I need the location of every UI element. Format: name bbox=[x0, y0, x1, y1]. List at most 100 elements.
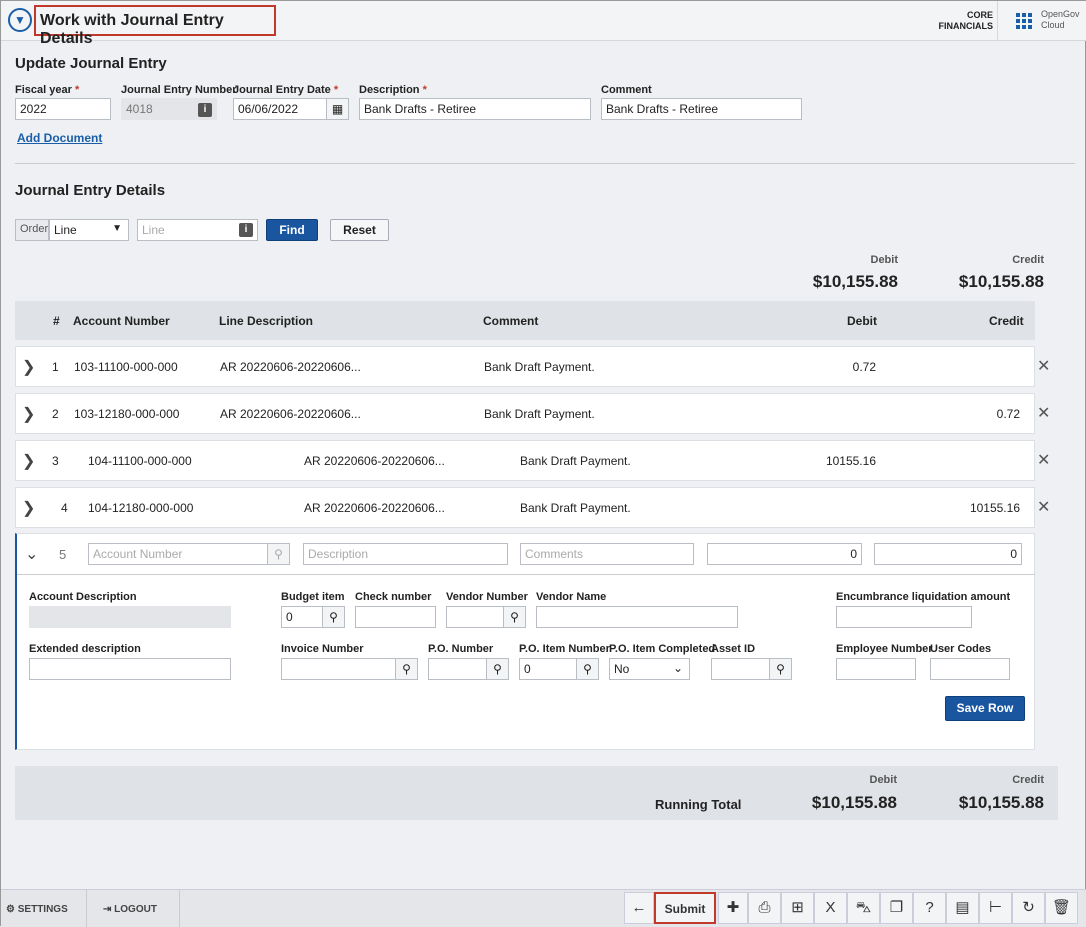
page-title: Work with Journal Entry Details bbox=[34, 5, 276, 47]
search-icon[interactable]: ⚲ bbox=[503, 607, 525, 627]
po-item-completed-select[interactable]: No ⌄ bbox=[609, 658, 690, 680]
row-number: 5 bbox=[59, 547, 67, 562]
po-item-completed-select-value: No bbox=[614, 662, 630, 676]
extended-description-label: Extended description bbox=[29, 643, 141, 655]
po-number-input[interactable]: ⚲ bbox=[428, 658, 509, 680]
help-icon[interactable]: ? bbox=[913, 892, 946, 924]
find-button[interactable]: Find bbox=[266, 219, 318, 241]
col-account: Account Number bbox=[73, 314, 170, 328]
account-number-input[interactable]: Account Number ⚲ bbox=[88, 543, 290, 565]
calculator-icon[interactable]: ⊞ bbox=[781, 892, 814, 924]
asset-id-input[interactable]: ⚲ bbox=[711, 658, 792, 680]
je-date-input[interactable]: 06/06/2022 ▦ bbox=[233, 98, 349, 120]
cell-account: 103-11100-000-000 bbox=[74, 360, 178, 374]
credit-total: $10,155.88 bbox=[958, 272, 1044, 291]
running-debit: $10,155.88 bbox=[811, 793, 897, 812]
add-icon[interactable]: ✚ bbox=[718, 892, 748, 924]
product-line1: CORE bbox=[966, 10, 993, 20]
add-document-link[interactable]: Add Document bbox=[17, 131, 102, 145]
settings-button[interactable]: ⚙ SETTINGS bbox=[6, 904, 68, 915]
employee-number-input[interactable] bbox=[836, 658, 916, 680]
new-row-editor: ⌄ 5 Account Number ⚲ Description Comments… bbox=[15, 533, 1035, 750]
cell-account: 103-12180-000-000 bbox=[74, 407, 180, 421]
chevron-right-icon[interactable]: ❯ bbox=[22, 357, 35, 377]
fiscal-year-input[interactable]: 2022 bbox=[15, 98, 111, 120]
description-input[interactable]: Bank Drafts - Retiree bbox=[359, 98, 591, 120]
delete-row-icon[interactable]: ✕ bbox=[1037, 403, 1050, 423]
chevron-right-icon[interactable]: ❯ bbox=[22, 498, 35, 518]
app-logo-icon[interactable]: ▼ bbox=[8, 8, 32, 32]
calendar-icon[interactable]: ▦ bbox=[326, 99, 348, 119]
search-icon[interactable]: ⚲ bbox=[267, 544, 289, 564]
order-select[interactable]: Line ▼ bbox=[49, 219, 129, 241]
brand-name[interactable]: OpenGov Cloud bbox=[1041, 9, 1080, 31]
vendor-name-input[interactable] bbox=[536, 606, 738, 628]
delete-row-icon[interactable]: ✕ bbox=[1037, 450, 1050, 470]
table-row[interactable]: ❯ 3 104-11100-000-000 AR 20220606-202206… bbox=[15, 440, 1035, 481]
search-icon[interactable]: ⚲ bbox=[576, 659, 598, 679]
cell-debit: 10155.16 bbox=[825, 454, 876, 468]
table-row[interactable]: ❯ 1 103-11100-000-000 AR 20220606-202206… bbox=[15, 346, 1035, 387]
comments-input[interactable]: Comments bbox=[520, 543, 694, 565]
chevron-down-icon: ⌄ bbox=[672, 661, 683, 675]
section-title-details: Journal Entry Details bbox=[15, 182, 166, 199]
delete-row-icon[interactable]: ✕ bbox=[1037, 497, 1050, 517]
col-line-description: Line Description bbox=[219, 314, 314, 328]
search-icon[interactable]: ⚲ bbox=[769, 659, 791, 679]
copy-icon[interactable]: ❐ bbox=[880, 892, 913, 924]
table-row[interactable]: ❯ 4 104-12180-000-000 AR 20220606-202206… bbox=[15, 487, 1035, 528]
credit-input[interactable]: 0 bbox=[874, 543, 1022, 565]
hierarchy-icon[interactable]: ⊢ bbox=[979, 892, 1012, 924]
search-icon[interactable]: ⚲ bbox=[395, 659, 417, 679]
divider bbox=[86, 889, 87, 927]
extended-description-input[interactable] bbox=[29, 658, 231, 680]
debit-total: $10,155.88 bbox=[812, 272, 898, 291]
label-text: Description bbox=[359, 84, 420, 96]
fiscal-year-label: Fiscal year * bbox=[15, 84, 80, 96]
trash-icon[interactable]: 🗑 bbox=[1045, 892, 1078, 924]
cell-number: 3 bbox=[52, 454, 59, 468]
search-icon[interactable]: ⚲ bbox=[486, 659, 508, 679]
apps-grid-icon[interactable] bbox=[1016, 13, 1032, 29]
back-arrow-icon[interactable]: ← bbox=[624, 892, 654, 924]
logout-button[interactable]: ⇥ LOGOUT bbox=[103, 904, 157, 915]
car-clock-icon[interactable]: ⛍ bbox=[847, 892, 880, 924]
invoice-number-input[interactable]: ⚲ bbox=[281, 658, 418, 680]
chevron-right-icon[interactable]: ❯ bbox=[22, 451, 35, 471]
description-label: Description * bbox=[359, 84, 427, 96]
encumbrance-input[interactable] bbox=[836, 606, 972, 628]
table-header: # Account Number Line Description Commen… bbox=[15, 301, 1035, 340]
product-name: CORE FINANCIALS bbox=[939, 10, 994, 32]
chevron-right-icon[interactable]: ❯ bbox=[22, 404, 35, 424]
account-description-field bbox=[29, 606, 231, 628]
debit-input[interactable]: 0 bbox=[707, 543, 862, 565]
info-icon[interactable]: i bbox=[198, 103, 212, 117]
encumbrance-label: Encumbrance liquidation amount bbox=[836, 591, 1011, 603]
user-codes-input[interactable] bbox=[930, 658, 1010, 680]
delete-row-icon[interactable]: ✕ bbox=[1037, 356, 1050, 376]
search-icon[interactable]: ⚲ bbox=[322, 607, 344, 627]
description-input[interactable]: Description bbox=[303, 543, 508, 565]
chevron-down-icon[interactable]: ⌄ bbox=[25, 544, 38, 564]
submit-button[interactable]: Submit bbox=[654, 892, 716, 924]
line-input[interactable]: Line i bbox=[137, 219, 258, 241]
cell-description: AR 20220606-20220606... bbox=[220, 360, 361, 374]
running-credit-label: Credit bbox=[1012, 774, 1044, 786]
save-row-button[interactable]: Save Row bbox=[945, 696, 1025, 721]
budget-item-input[interactable]: 0 ⚲ bbox=[281, 606, 345, 628]
excel-icon[interactable]: X bbox=[814, 892, 847, 924]
vendor-number-input[interactable]: ⚲ bbox=[446, 606, 526, 628]
table-row[interactable]: ❯ 2 103-12180-000-000 AR 20220606-202206… bbox=[15, 393, 1035, 434]
po-item-completed-label: P.O. Item Completed bbox=[609, 643, 716, 655]
reset-button[interactable]: Reset bbox=[330, 219, 389, 241]
line-placeholder: Line bbox=[142, 223, 165, 237]
check-number-input[interactable] bbox=[355, 606, 436, 628]
account-description-label: Account Description bbox=[29, 591, 137, 603]
refresh-icon[interactable]: ↻ bbox=[1012, 892, 1045, 924]
debit-total-label: Debit bbox=[870, 254, 899, 266]
po-item-number-input[interactable]: 0 ⚲ bbox=[519, 658, 599, 680]
info-icon[interactable]: i bbox=[239, 223, 253, 237]
comment-input[interactable]: Bank Drafts - Retiree bbox=[601, 98, 802, 120]
print-icon[interactable]: ⎙ bbox=[748, 892, 781, 924]
notes-icon[interactable]: ▤ bbox=[946, 892, 979, 924]
